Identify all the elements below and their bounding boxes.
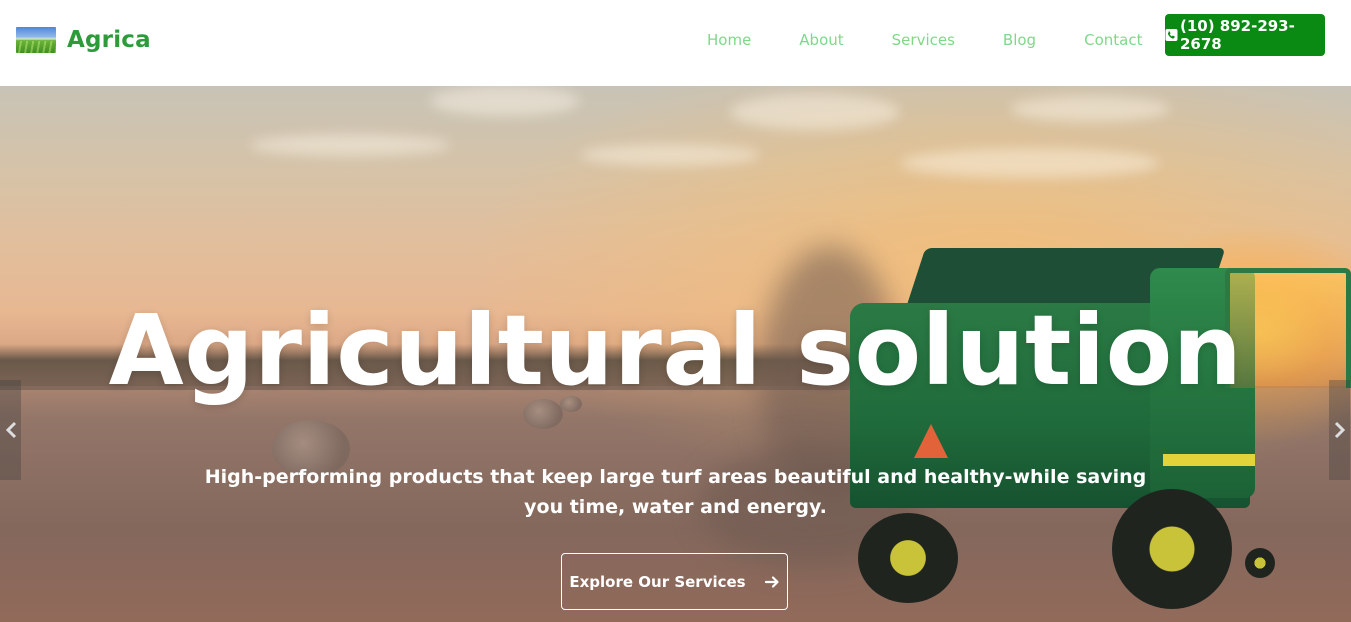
main-nav: Home About Services Blog Contact <box>690 31 1142 49</box>
sky-cloud <box>1010 96 1170 122</box>
nav-services-link[interactable]: Services <box>892 31 955 49</box>
nav-contact-link[interactable]: Contact <box>1084 31 1142 49</box>
brand-name: Agrica <box>67 27 151 53</box>
hero-title: Agricultural solution <box>108 294 1243 407</box>
hero-subtitle: High-performing products that keep large… <box>204 466 1147 518</box>
phone-number: (10) 892-293-2678 <box>1179 17 1295 53</box>
nav-about-link[interactable]: About <box>799 31 843 49</box>
site-header: Agrica Home About Services Blog Contact … <box>0 0 1351 86</box>
slider-next-button[interactable] <box>1329 380 1350 480</box>
cta-label: Explore Our Services <box>569 572 746 591</box>
hero-slider: Agricultural solution High-performing pr… <box>0 86 1351 622</box>
nav-home-link[interactable]: Home <box>707 31 751 49</box>
explore-services-button[interactable]: Explore Our Services <box>561 553 788 610</box>
field-logo-icon <box>16 27 56 53</box>
sky-cloud <box>900 148 1160 178</box>
brand[interactable]: Agrica <box>16 27 151 53</box>
chevron-right-icon <box>1334 421 1345 439</box>
sky-cloud <box>250 134 450 156</box>
phone-icon <box>1165 28 1178 42</box>
arrow-right-icon <box>764 575 779 588</box>
nav-blog-link[interactable]: Blog <box>1003 31 1036 49</box>
slider-prev-button[interactable] <box>0 380 21 480</box>
sky-cloud <box>430 86 580 116</box>
sky-cloud <box>730 94 900 130</box>
chevron-left-icon <box>5 421 16 439</box>
sky-cloud <box>580 144 760 166</box>
phone-button[interactable]: (10) 892-293-2678 <box>1165 14 1325 56</box>
